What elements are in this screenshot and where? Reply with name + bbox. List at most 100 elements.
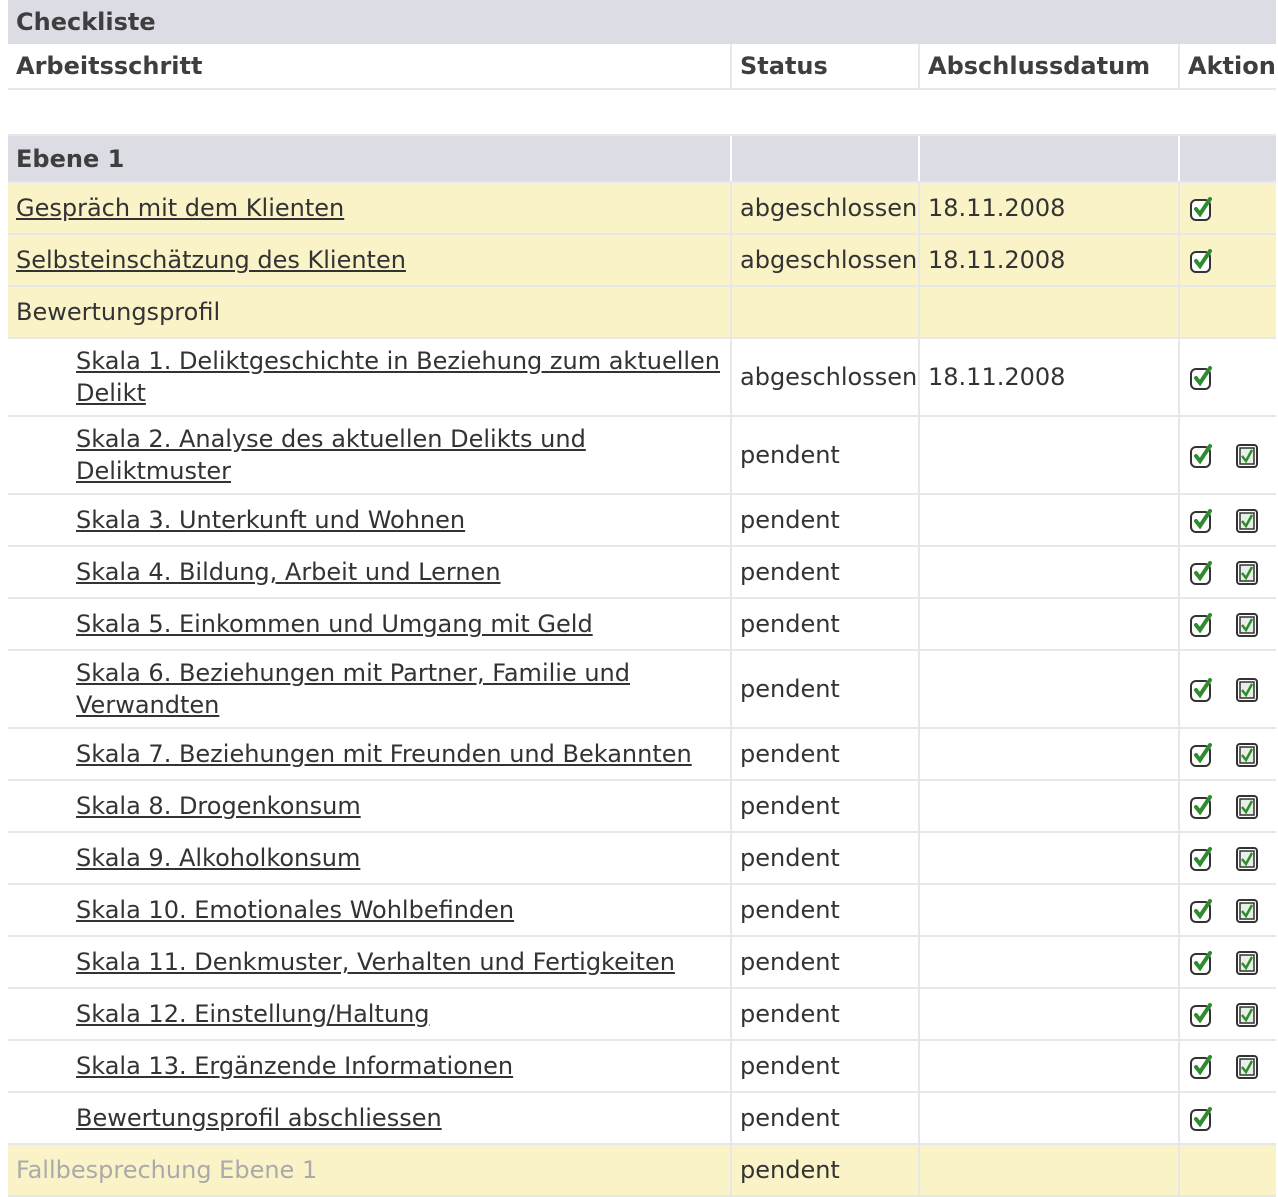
table-row: Skala 13. Ergänzende Informationen pende… [8,1040,1277,1093]
table-row: Skala 7. Beziehungen mit Freunden und Be… [8,728,1277,781]
checkbox-icon[interactable] [1235,898,1260,924]
checkbox-icon[interactable] [1235,508,1260,534]
edit-icon[interactable] [1190,443,1214,469]
step-link[interactable]: Skala 3. Unterkunft und Wohnen [76,506,465,534]
table-row: Skala 12. Einstellung/Haltung pendent [8,988,1277,1041]
action-cell [1179,650,1277,729]
table-row: Bewertungsprofil [8,286,1277,339]
status-cell: pendent [731,780,920,833]
edit-icon[interactable] [1190,794,1214,820]
date-cell [919,546,1180,599]
step-link[interactable]: Skala 6. Beziehungen mit Partner, Famili… [76,659,630,719]
header-row: Arbeitsschritt Status Abschlussdatum Akt… [8,44,1277,90]
date-cell [919,286,1180,339]
checklist-title: Checkliste [8,0,1277,44]
step-link[interactable]: Skala 9. Alkoholkonsum [76,844,360,872]
status-cell: pendent [731,728,920,781]
checkbox-icon[interactable] [1235,560,1260,586]
step-label: Fallbesprechung Ebene 1 [8,1144,732,1197]
date-cell [919,780,1180,833]
step-link[interactable]: Skala 7. Beziehungen mit Freunden und Be… [76,740,692,768]
table-row: Skala 5. Einkommen und Umgang mit Geld p… [8,598,1277,651]
date-cell: 18.11.2008 [919,338,1180,417]
step-cell: Selbsteinschätzung des Klienten [8,234,732,287]
table-row: Skala 11. Denkmuster, Verhalten und Fert… [8,936,1277,989]
step-label: Bewertungsprofil [8,286,732,339]
action-cell [1179,286,1277,339]
step-link[interactable]: Skala 8. Drogenkonsum [76,792,361,820]
table-row: Skala 2. Analyse des aktuellen Delikts u… [8,416,1277,495]
action-cell [1179,728,1277,781]
edit-icon[interactable] [1190,677,1214,703]
status-cell: abgeschlossen [731,182,920,235]
level-row: Ebene 1 [8,135,1277,183]
edit-icon[interactable] [1190,196,1214,222]
step-link[interactable]: Skala 10. Emotionales Wohlbefinden [76,896,514,924]
action-cell [1179,338,1277,417]
edit-icon[interactable] [1190,1106,1214,1132]
step-link[interactable]: Skala 13. Ergänzende Informationen [76,1052,513,1080]
action-cell [1179,598,1277,651]
step-link[interactable]: Skala 5. Einkommen und Umgang mit Geld [76,610,593,638]
action-cell [1179,1040,1277,1093]
edit-icon[interactable] [1190,846,1214,872]
edit-icon[interactable] [1190,612,1214,638]
step-link[interactable]: Selbsteinschätzung des Klienten [16,246,406,274]
step-cell: Skala 11. Denkmuster, Verhalten und Fert… [8,936,732,989]
checkbox-icon[interactable] [1235,612,1260,638]
step-link[interactable]: Skala 12. Einstellung/Haltung [76,1000,430,1028]
action-cell [1179,546,1277,599]
header-step: Arbeitsschritt [8,44,732,90]
edit-icon[interactable] [1190,1054,1214,1080]
checkbox-icon[interactable] [1235,677,1260,703]
step-link[interactable]: Bewertungsprofil abschliessen [76,1104,442,1132]
level-status-cell [731,135,920,183]
checkbox-icon[interactable] [1235,846,1260,872]
checklist-table: Checkliste Arbeitsschritt Status Abschlu… [8,0,1277,1197]
checkbox-icon[interactable] [1235,794,1260,820]
edit-icon[interactable] [1190,898,1214,924]
checkbox-icon[interactable] [1235,1002,1260,1028]
status-cell: pendent [731,1092,920,1145]
step-link[interactable]: Skala 2. Analyse des aktuellen Delikts u… [76,425,586,485]
status-cell: pendent [731,546,920,599]
step-cell: Gespräch mit dem Klienten [8,182,732,235]
edit-icon[interactable] [1190,365,1214,391]
checkbox-icon[interactable] [1235,443,1260,469]
edit-icon[interactable] [1190,248,1214,274]
table-row: Skala 9. Alkoholkonsum pendent [8,832,1277,885]
header-status: Status [731,44,920,90]
step-cell: Skala 13. Ergänzende Informationen [8,1040,732,1093]
step-cell: Skala 3. Unterkunft und Wohnen [8,494,732,547]
edit-icon[interactable] [1190,1002,1214,1028]
step-cell: Skala 2. Analyse des aktuellen Delikts u… [8,416,732,495]
table-row: Selbsteinschätzung des Klienten abgeschl… [8,234,1277,287]
action-cell [1179,884,1277,937]
step-cell: Skala 9. Alkoholkonsum [8,832,732,885]
action-cell [1179,1092,1277,1145]
action-cell [1179,832,1277,885]
status-cell: pendent [731,936,920,989]
step-link[interactable]: Skala 1. Deliktgeschichte in Beziehung z… [76,347,720,407]
action-cell [1179,416,1277,495]
checkbox-icon[interactable] [1235,742,1260,768]
edit-icon[interactable] [1190,742,1214,768]
step-link[interactable]: Gespräch mit dem Klienten [16,194,344,222]
status-cell: pendent [731,494,920,547]
table-row: Fallbesprechung Ebene 1 pendent [8,1144,1277,1197]
status-cell: abgeschlossen [731,234,920,287]
date-cell: 18.11.2008 [919,182,1180,235]
date-cell: 18.11.2008 [919,234,1180,287]
date-cell [919,884,1180,937]
status-cell: pendent [731,650,920,729]
step-link[interactable]: Skala 11. Denkmuster, Verhalten und Fert… [76,948,675,976]
header-date: Abschlussdatum [919,44,1180,90]
status-cell: pendent [731,832,920,885]
edit-icon[interactable] [1190,950,1214,976]
step-cell: Skala 5. Einkommen und Umgang mit Geld [8,598,732,651]
edit-icon[interactable] [1190,508,1214,534]
edit-icon[interactable] [1190,560,1214,586]
checkbox-icon[interactable] [1235,1054,1260,1080]
checkbox-icon[interactable] [1235,950,1260,976]
step-link[interactable]: Skala 4. Bildung, Arbeit und Lernen [76,558,501,586]
